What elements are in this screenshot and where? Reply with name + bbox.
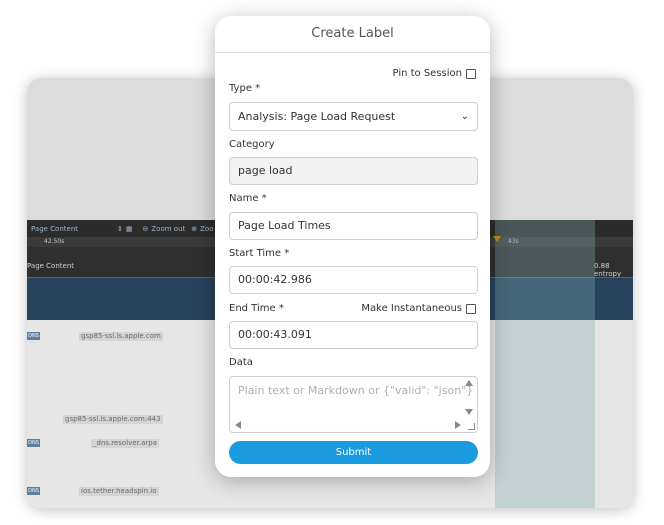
pin-to-session-checkbox[interactable] [466,68,476,79]
name-value: Page Load Times [238,219,331,232]
make-instantaneous-label: Make Instantaneous [361,303,462,314]
end-time-label: End Time * [229,303,284,314]
name-input[interactable]: Page Load Times [229,212,478,240]
dialog-title: Create Label [215,16,490,53]
zoom-in-label: Zoo [200,224,214,233]
dns-host: gsp85-ssl.ls.apple.com:443 [63,415,163,424]
start-time-input[interactable]: 00:00:42.986 [229,266,478,294]
type-label: Type * [229,83,261,94]
dns-host: _dns.resolver.arpa [91,439,159,448]
dns-request-row: DNS gsp85-ssl.ls.apple.com [27,332,163,342]
start-time-label: Start Time * [229,248,290,259]
type-select-value: Analysis: Page Load Request [238,110,396,123]
make-instantaneous-checkbox[interactable] [466,303,476,314]
zoom-out-icon: ⊖ [142,224,149,233]
data-textarea[interactable]: Plain text or Markdown or {"valid": "jso… [229,376,478,433]
scroll-down-icon[interactable] [465,409,473,415]
zoom-in-icon: ⊕ [191,224,198,233]
data-placeholder: Plain text or Markdown or {"valid": "jso… [238,384,474,397]
dns-badge: DNS [27,487,40,495]
grid-icon: ▦ [125,224,133,233]
dns-request-row: DNS ios.tether.headspin.io [27,487,159,497]
scroll-up-icon[interactable] [465,380,473,386]
name-label: Name * [229,193,267,204]
dns-badge: DNS [27,439,40,447]
end-time-input[interactable]: 00:00:43.091 [229,321,478,349]
dns-host: ios.tether.headspin.io [79,487,159,496]
track-label: Page Content [27,262,75,270]
ruler-tick-label: 42.50s [44,238,65,245]
category-label: Category [229,139,275,150]
start-time-value: 00:00:42.986 [238,273,312,286]
playhead-marker-icon [493,236,501,242]
content-dropdown: Page Content ⇕ ▦ [31,225,133,233]
scroll-right-icon[interactable] [455,421,461,429]
dns-badge: DNS [27,332,40,340]
selected-time-range [495,220,595,508]
chevron-down-icon: ⌄ [460,111,469,122]
zoom-out-button: ⊖ Zoom out [143,225,186,233]
data-label: Data [229,357,253,368]
pin-to-session-row: Pin to Session [393,68,476,79]
dns-request-row: DNS _dns.resolver.arpa [27,439,159,449]
type-select[interactable]: Analysis: Page Load Request ⌄ [229,102,478,131]
zoom-in-button: ⊕ Zoo [191,225,213,233]
end-time-value: 00:00:43.091 [238,328,312,341]
chevron-up-down-icon: ⇕ [117,224,123,233]
resize-handle-icon[interactable] [468,423,475,430]
scroll-left-icon[interactable] [235,421,241,429]
pin-to-session-label: Pin to Session [392,68,462,79]
create-label-dialog: Create Label Pin to Session Type * Analy… [215,16,490,477]
track-value: 0.88 entropy [594,262,622,278]
make-instantaneous-row: Make Instantaneous [361,303,476,314]
dns-host: gsp85-ssl.ls.apple.com [79,332,163,341]
dns-request-row: gsp85-ssl.ls.apple.com:443 [27,415,163,425]
category-value: page load [238,164,293,177]
content-dropdown-label: Page Content [31,224,79,233]
zoom-out-label: Zoom out [151,224,186,233]
submit-button[interactable]: Submit [229,441,478,464]
category-input[interactable]: page load [229,157,478,185]
